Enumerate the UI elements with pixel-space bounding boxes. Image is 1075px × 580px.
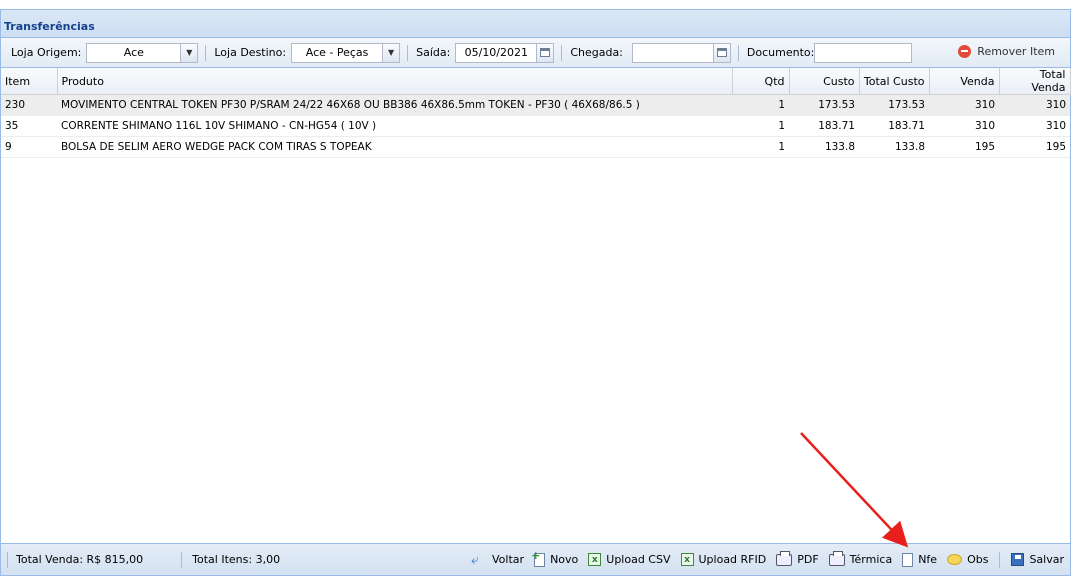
pdf-button[interactable]: PDF	[776, 550, 819, 566]
excel-icon: x	[680, 553, 694, 566]
cell-item: 35	[1, 115, 57, 137]
new-document-icon	[531, 549, 546, 567]
separator	[407, 44, 409, 61]
loja-origem-select[interactable]: Ace ▼	[86, 42, 199, 63]
grid-header-row: Item Produto Qtd Custo Total Custo Venda…	[1, 68, 1071, 95]
saida-date-value[interactable]: 05/10/2021	[455, 42, 538, 63]
novo-label: Novo	[550, 553, 579, 566]
col-header-item[interactable]: Item	[1, 68, 58, 95]
table-row[interactable]: 230 MOVIMENTO CENTRAL TOKEN PF30 P/SRAM …	[1, 94, 1070, 116]
transferencias-panel: Transferências Loja Origem: Ace ▼ Loja D…	[0, 9, 1071, 576]
saida-date-field[interactable]: 05/10/2021	[455, 42, 555, 63]
cell-total-venda: 195	[999, 136, 1070, 158]
table-row[interactable]: 9 BOLSA DE SELIM AERO WEDGE PACK COM TIR…	[1, 136, 1070, 158]
calendar-icon[interactable]	[713, 42, 731, 63]
nfe-label: Nfe	[918, 553, 938, 566]
cell-custo: 183.71	[789, 115, 859, 137]
chegada-label: Chegada:	[570, 46, 623, 59]
cell-item: 230	[1, 94, 57, 116]
saida-label: Saída:	[416, 46, 451, 59]
upload-rfid-button[interactable]: x Upload RFID	[680, 553, 767, 566]
upload-rfid-label: Upload RFID	[698, 553, 767, 566]
excel-icon: x	[588, 553, 602, 566]
pdf-label: PDF	[797, 553, 819, 566]
separator	[181, 551, 183, 568]
chegada-date-value[interactable]	[631, 42, 714, 63]
separator	[7, 551, 8, 568]
printer-icon	[828, 550, 845, 566]
document-icon	[902, 552, 914, 567]
nfe-button[interactable]: Nfe	[902, 552, 938, 567]
salvar-button[interactable]: Salvar	[1011, 553, 1064, 566]
printer-icon	[776, 550, 793, 566]
total-itens-text: Total Itens: 3,00	[192, 553, 281, 566]
cell-custo: 133.8	[789, 136, 859, 158]
loja-destino-value[interactable]: Ace - Peças	[291, 42, 384, 63]
remove-item-button[interactable]: Remover Item	[958, 45, 1055, 58]
chegada-date-field[interactable]	[631, 42, 731, 63]
upload-csv-button[interactable]: x Upload CSV	[588, 553, 671, 566]
cell-qtd: 1	[732, 136, 789, 158]
col-header-total-custo[interactable]: Total Custo	[859, 68, 930, 95]
chevron-down-icon[interactable]: ▼	[181, 42, 199, 63]
termica-label: Térmica	[849, 553, 893, 566]
loja-destino-select[interactable]: Ace - Peças ▼	[291, 42, 401, 63]
col-header-produto[interactable]: Produto	[57, 68, 733, 95]
calendar-icon[interactable]	[537, 42, 555, 63]
voltar-label: Voltar	[492, 553, 525, 566]
separator	[205, 44, 207, 61]
cell-produto: BOLSA DE SELIM AERO WEDGE PACK COM TIRAS…	[57, 136, 732, 158]
loja-origem-label: Loja Origem:	[11, 46, 82, 59]
floppy-disk-icon	[1011, 553, 1025, 566]
cell-qtd: 1	[732, 115, 789, 137]
upload-csv-label: Upload CSV	[606, 553, 671, 566]
cell-item: 9	[1, 136, 57, 158]
separator	[561, 44, 563, 61]
obs-label: Obs	[967, 553, 989, 566]
table-row[interactable]: 35 CORRENTE SHIMANO 116L 10V SHIMANO - C…	[1, 115, 1070, 137]
cell-venda: 310	[929, 94, 999, 116]
cell-venda: 310	[929, 115, 999, 137]
novo-button[interactable]: Novo	[531, 549, 579, 567]
cell-produto: CORRENTE SHIMANO 116L 10V SHIMANO - CN-H…	[57, 115, 732, 137]
salvar-label: Salvar	[1029, 553, 1064, 566]
cell-qtd: 1	[732, 94, 789, 116]
total-venda-text: Total Venda: R$ 815,00	[16, 553, 144, 566]
documento-label: Documento:	[746, 46, 815, 59]
panel-title: Transferências	[1, 10, 1070, 38]
filter-toolbar: Loja Origem: Ace ▼ Loja Destino: Ace - P…	[1, 38, 1070, 68]
col-header-qtd[interactable]: Qtd	[732, 68, 790, 95]
cell-venda: 195	[929, 136, 999, 158]
remove-icon	[958, 45, 972, 58]
obs-button[interactable]: Obs	[947, 553, 988, 566]
items-grid: Item Produto Qtd Custo Total Custo Venda…	[1, 68, 1071, 158]
bottom-toolbar: Total Venda: R$ 815,00 Total Itens: 3,00…	[1, 543, 1070, 575]
loja-origem-value[interactable]: Ace	[86, 42, 182, 63]
separator	[999, 551, 1001, 568]
remove-item-label: Remover Item	[977, 45, 1055, 58]
speech-bubble-icon	[947, 554, 963, 565]
separator	[737, 44, 739, 61]
cell-total-custo: 173.53	[859, 94, 929, 116]
documento-input[interactable]	[814, 42, 913, 63]
cell-custo: 173.53	[789, 94, 859, 116]
cell-total-custo: 183.71	[859, 115, 929, 137]
col-header-total-venda[interactable]: Total Venda	[999, 68, 1071, 95]
voltar-button[interactable]: ⤶ Voltar	[471, 553, 524, 567]
chevron-down-icon[interactable]: ▼	[383, 42, 401, 63]
col-header-venda[interactable]: Venda	[929, 68, 1000, 95]
loja-destino-label: Loja Destino:	[214, 46, 287, 59]
cell-total-venda: 310	[999, 94, 1070, 116]
cell-produto: MOVIMENTO CENTRAL TOKEN PF30 P/SRAM 24/2…	[57, 94, 732, 116]
cell-total-venda: 310	[999, 115, 1070, 137]
col-header-custo[interactable]: Custo	[789, 68, 860, 95]
back-arrow-icon: ⤶	[471, 551, 479, 568]
cell-total-custo: 133.8	[859, 136, 929, 158]
termica-button[interactable]: Térmica	[828, 550, 893, 566]
